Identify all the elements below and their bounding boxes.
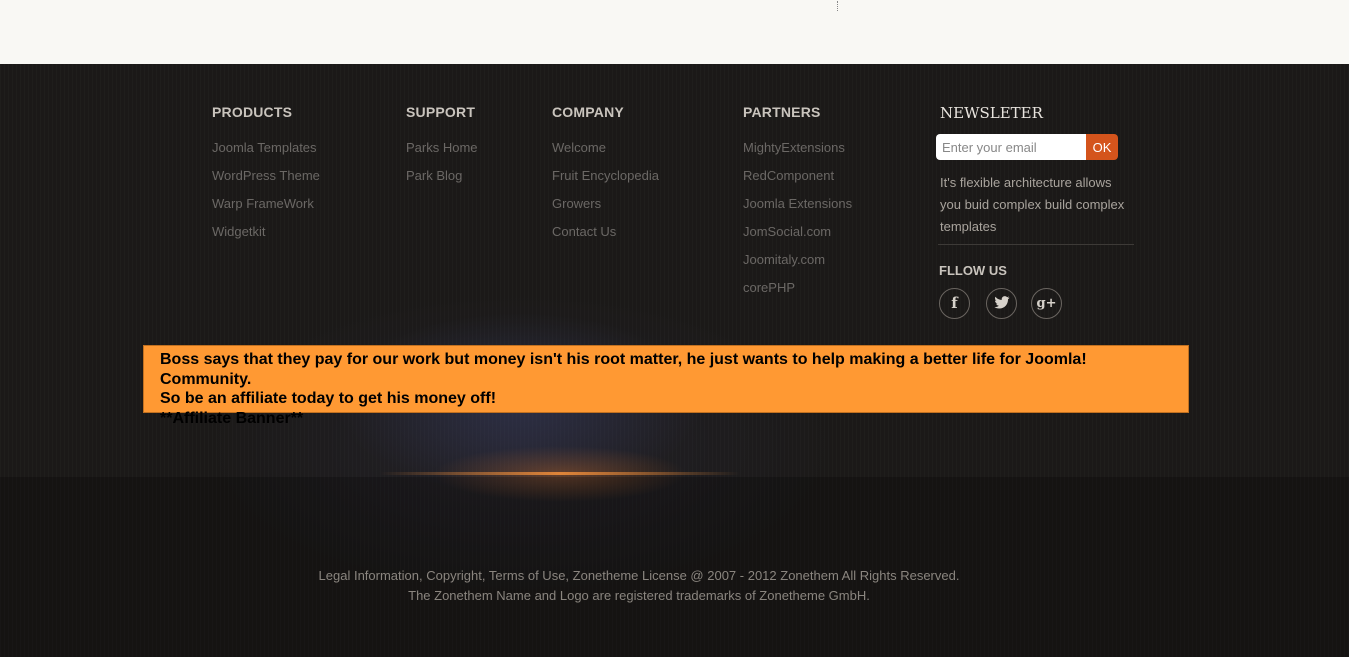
footer-link[interactable]: JomSocial.com — [743, 218, 852, 246]
footer-link-label[interactable]: Parks Home — [406, 140, 478, 155]
footer-link-label[interactable]: Widgetkit — [212, 224, 265, 239]
legal-notice: Legal Information, Copyright, Terms of U… — [0, 566, 1278, 606]
footer-link[interactable]: Growers — [552, 190, 659, 218]
footer-link-label[interactable]: Joomla Extensions — [743, 196, 852, 211]
footer-column-partners: PARTNERS MightyExtensions RedComponent J… — [743, 104, 852, 302]
newsletter-ok-button[interactable]: OK — [1086, 134, 1118, 160]
newsletter-form: OK — [936, 134, 1136, 160]
footer-link-label[interactable]: corePHP — [743, 280, 795, 295]
column-heading-products: PRODUCTS — [212, 104, 293, 120]
footer-column-products: PRODUCTS Joomla Templates WordPress Them… — [212, 104, 320, 246]
follow-us-heading: FLLOW US — [939, 263, 1007, 278]
divider-dots — [837, 1, 840, 11]
column-heading-partners: PARTNERS — [743, 104, 821, 120]
twitter-icon[interactable] — [986, 288, 1017, 319]
footer-link-label[interactable]: Fruit Encyclopedia — [552, 168, 659, 183]
footer-link[interactable]: Joomla Templates — [212, 134, 320, 162]
top-content-area — [0, 0, 1349, 64]
follow-us-section: FLLOW US f g+ — [936, 263, 1136, 322]
footer-link-label[interactable]: Contact Us — [552, 224, 616, 239]
footer-link[interactable]: Warp FrameWork — [212, 190, 320, 218]
facebook-icon[interactable]: f — [939, 288, 970, 319]
footer-link[interactable]: Widgetkit — [212, 218, 320, 246]
newsletter-email-input[interactable] — [936, 134, 1086, 160]
footer-link[interactable]: Welcome — [552, 134, 659, 162]
footer-link-label[interactable]: RedComponent — [743, 168, 834, 183]
footer-link-label[interactable]: Joomla Templates — [212, 140, 317, 155]
footer-link-label[interactable]: Growers — [552, 196, 601, 211]
footer-column-company: COMPANY Welcome Fruit Encyclopedia Growe… — [552, 104, 659, 246]
footer-link[interactable]: RedComponent — [743, 162, 852, 190]
footer-link[interactable]: Fruit Encyclopedia — [552, 162, 659, 190]
decorative-glow — [380, 472, 740, 475]
affiliate-line-1: Boss says that they pay for our work but… — [160, 351, 1087, 388]
column-heading-support: SUPPORT — [406, 104, 476, 120]
footer-link-label[interactable]: Warp FrameWork — [212, 196, 314, 211]
footer-link[interactable]: MightyExtensions — [743, 134, 852, 162]
twitter-bird-glyph — [993, 296, 1009, 309]
footer-link[interactable]: Joomitaly.com — [743, 246, 852, 274]
google-plus-icon[interactable]: g+ — [1031, 288, 1062, 319]
legal-line-copyright: Legal Information, Copyright, Terms of U… — [318, 568, 960, 583]
affiliate-line-2: So be an affiliate today to get his mone… — [160, 390, 497, 407]
newsletter-heading: NEWSLETER — [940, 104, 1043, 122]
footer-link-label[interactable]: JomSocial.com — [743, 224, 831, 239]
legal-line-trademark: The Zonethem Name and Logo are registere… — [408, 588, 870, 603]
footer-link[interactable]: Parks Home — [406, 134, 478, 162]
footer-link[interactable]: Joomla Extensions — [743, 190, 852, 218]
footer-link-label[interactable]: Welcome — [552, 140, 606, 155]
footer-link[interactable]: Contact Us — [552, 218, 659, 246]
footer-link-label[interactable]: WordPress Theme — [212, 168, 320, 183]
footer-link-label[interactable]: Park Blog — [406, 168, 462, 183]
footer-link[interactable]: Park Blog — [406, 162, 478, 190]
footer-link-label[interactable]: MightyExtensions — [743, 140, 845, 155]
column-heading-company: COMPANY — [552, 104, 624, 120]
footer-link[interactable]: WordPress Theme — [212, 162, 320, 190]
footer-link-label[interactable]: Joomitaly.com — [743, 252, 825, 267]
affiliate-line-3: **Affiliate Banner** — [160, 409, 304, 427]
newsletter-section: NEWSLETER OK It's flexible architecture … — [936, 104, 1136, 322]
footer-link[interactable]: corePHP — [743, 274, 852, 302]
divider — [938, 244, 1134, 245]
social-icons: f g+ — [939, 288, 1136, 322]
footer-column-support: SUPPORT Parks Home Park Blog — [406, 104, 478, 190]
newsletter-description: It's flexible architecture allows you bu… — [940, 175, 1125, 234]
affiliate-banner[interactable]: Boss says that they pay for our work but… — [143, 345, 1189, 427]
